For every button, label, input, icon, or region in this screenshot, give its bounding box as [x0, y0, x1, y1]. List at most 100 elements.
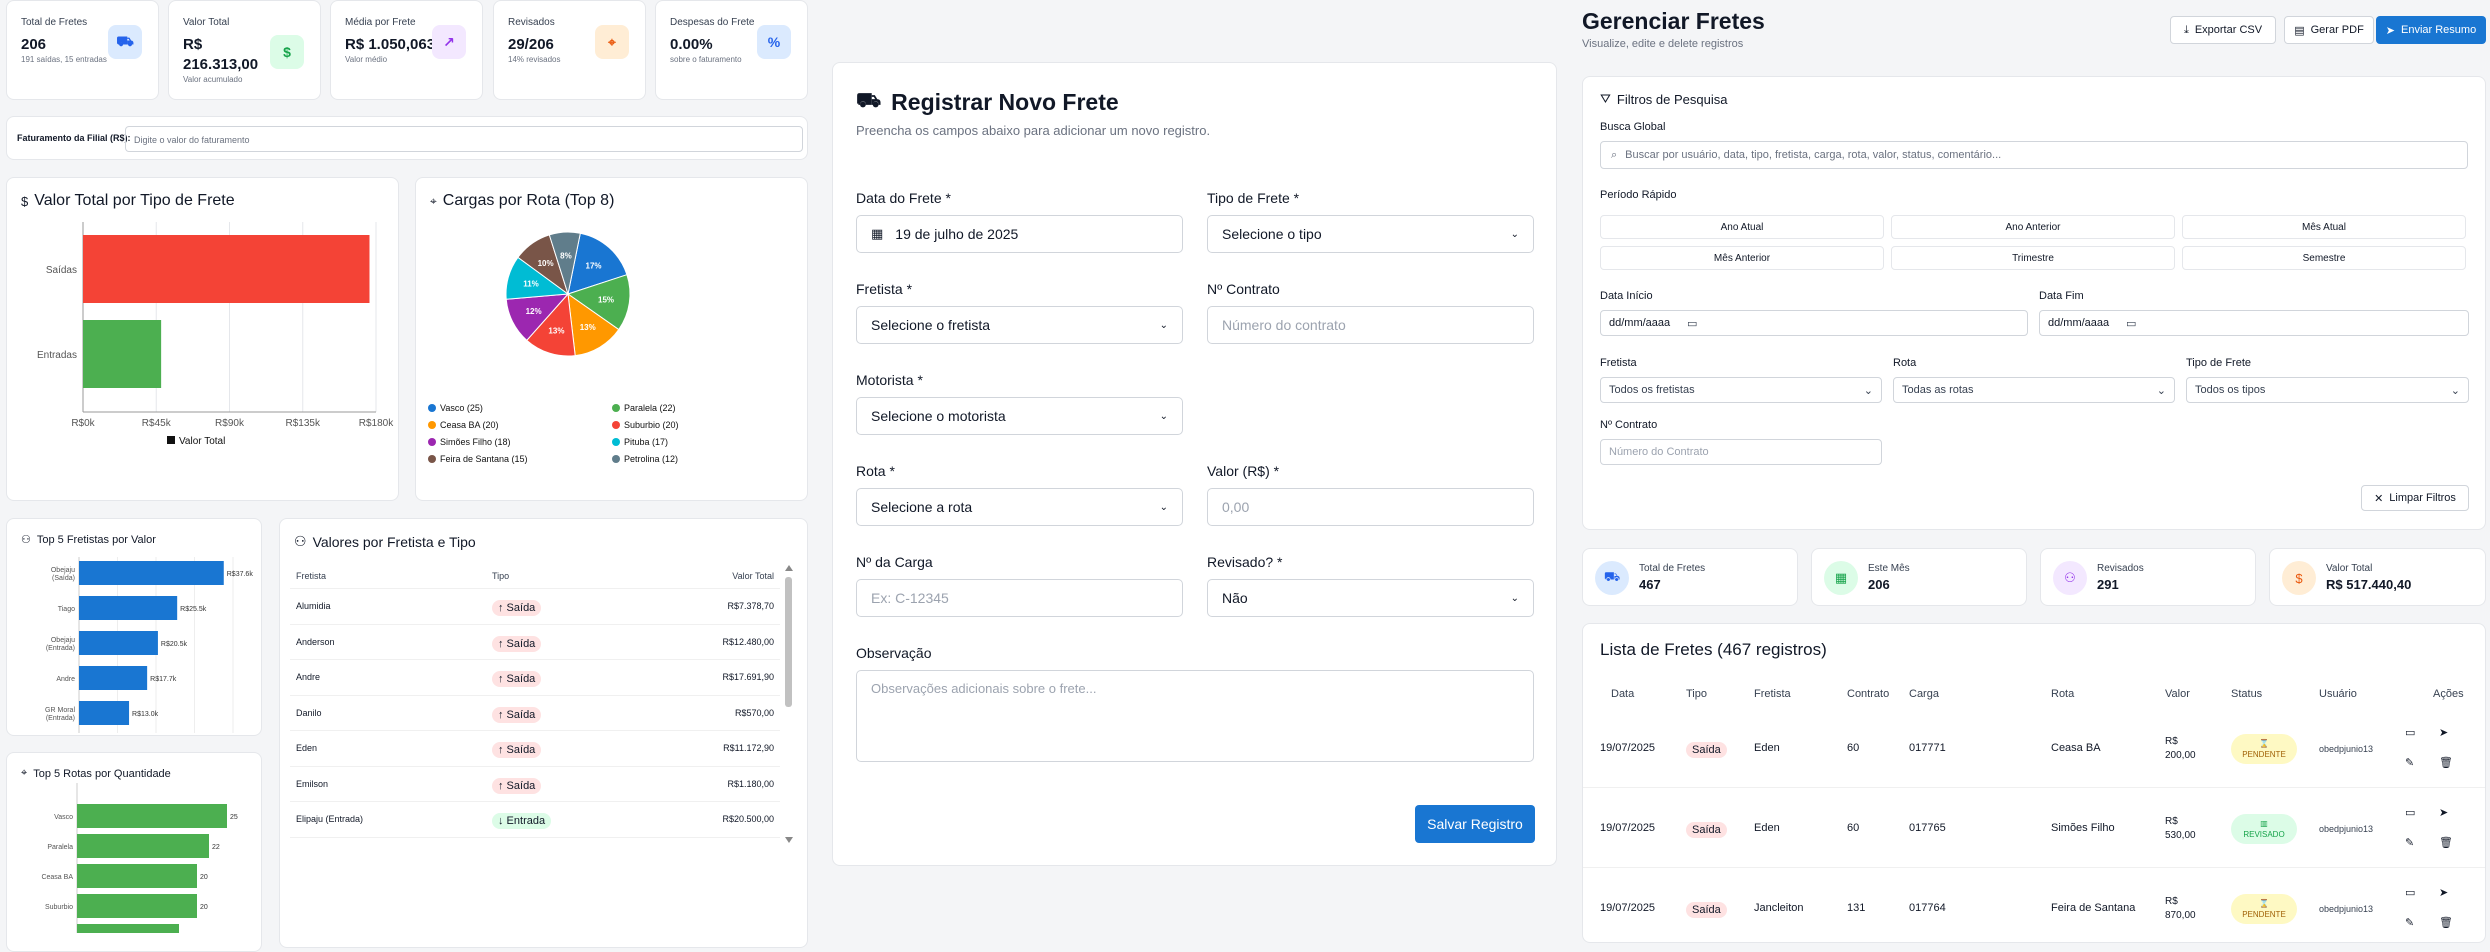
slice-label: 13% — [580, 323, 596, 332]
scrollbar[interactable] — [784, 565, 794, 845]
cell-carga: 017771 — [1909, 742, 1946, 754]
y-tick-label: GR Moral — [45, 707, 75, 714]
periodo-button[interactable]: Mês Anterior — [1600, 246, 1884, 270]
stat-sub: 191 saídas, 15 entradas — [21, 55, 107, 64]
limpar-filtros-button[interactable]: ✕ Limpar Filtros — [2361, 485, 2469, 511]
send-icon: ➤ — [2385, 24, 2395, 37]
legend-swatch — [167, 436, 175, 444]
rota-select[interactable]: Selecione a rota ⌄ — [856, 488, 1183, 526]
table-row: Danilo ↑ Saída R$570,00 — [290, 696, 780, 731]
edit-icon[interactable]: ✎ — [2405, 836, 2414, 849]
trash-icon[interactable]: 🗑 — [2439, 756, 2453, 769]
comment-icon[interactable]: ▭ — [2405, 886, 2415, 899]
tipo-filter-select[interactable]: Todos os tipos ⌄ — [2186, 377, 2469, 403]
send-icon[interactable]: ➤ — [2439, 886, 2448, 899]
bar — [79, 561, 224, 585]
enviar-resumo-button[interactable]: ➤ Enviar Resumo — [2376, 16, 2486, 44]
stat-sub: Valor acumulado — [183, 75, 243, 84]
summary-card: ⚇ Revisados 291 — [2040, 548, 2256, 606]
send-icon[interactable]: ➤ — [2439, 726, 2448, 739]
chevron-down-icon: ⌄ — [1510, 228, 1519, 240]
cell-usuario: obedpjunio13 — [2319, 904, 2374, 914]
carga-input[interactable]: Ex: C-12345 — [856, 579, 1183, 617]
stat-title: Total de Fretes — [21, 17, 88, 28]
scroll-thumb[interactable] — [785, 577, 792, 707]
cell-valor: R$20.500,00 — [722, 814, 774, 824]
bar-value-label: R$37.6k — [227, 571, 254, 578]
close-icon: ✕ — [2374, 492, 2384, 505]
tipo-badge: ↓ Entrada — [492, 813, 552, 829]
lista-header-cell: Status — [2231, 688, 2263, 700]
cell-usuario: obedpjunio13 — [2319, 744, 2374, 754]
gerar-pdf-button[interactable]: ▤ Gerar PDF — [2284, 16, 2374, 44]
x-tick-label: R$0k — [71, 418, 95, 429]
data-inicio-input[interactable]: dd/mm/aaaa ▭ — [1600, 310, 2028, 336]
scroll-up-arrow[interactable] — [785, 565, 793, 571]
table-row: Emilson ↑ Saída R$1.180,00 — [290, 767, 780, 802]
cell-contrato: 131 — [1847, 902, 1866, 914]
busca-label: Busca Global — [1600, 121, 1666, 133]
motorista-select[interactable]: Selecione o motorista ⌄ — [856, 397, 1183, 435]
chart-rotas-card: ⌖ Cargas por Rota (Top 8) 17% 15% 13% 13% 12… — [415, 177, 808, 501]
data-picker[interactable]: ▦ 19 de julho de 2025 — [856, 215, 1183, 253]
bar — [77, 894, 197, 918]
chevron-down-icon: ⌄ — [1159, 319, 1168, 331]
periodo-button[interactable]: Ano Anterior — [1891, 215, 2175, 239]
status-badge: ⌛ PENDENTE — [2231, 894, 2297, 924]
slice-label: 11% — [523, 280, 539, 289]
fretista-select[interactable]: Selecione o fretista ⌄ — [856, 306, 1183, 344]
lista-header-cell: Rota — [2051, 688, 2075, 700]
stat-card: Despesas do Frete 0.00% sobre o faturame… — [655, 0, 808, 100]
revisado-select[interactable]: Não ⌄ — [1207, 579, 1534, 617]
register-form-subtitle: Preencha os campos abaixo para adicionar… — [856, 123, 1211, 138]
trash-icon[interactable]: 🗑 — [2439, 836, 2453, 849]
legend-dot — [428, 404, 436, 412]
tipo-select[interactable]: Selecione o tipo ⌄ — [1207, 215, 1534, 253]
slice-label: 15% — [598, 296, 614, 305]
contrato-filter-input[interactable]: Número do Contrato — [1600, 439, 1882, 465]
send-icon[interactable]: ➤ — [2439, 806, 2448, 819]
periodo-button[interactable]: Ano Atual — [1600, 215, 1884, 239]
bar — [79, 666, 148, 690]
obs-label: Observação — [856, 645, 932, 661]
register-form-card: ⛟ Registrar Novo Frete Preencha os campo… — [832, 62, 1557, 866]
periodo-button[interactable]: Semestre — [2182, 246, 2466, 270]
busca-input[interactable]: ⌕ Buscar por usuário, data, tipo, fretis… — [1600, 141, 2468, 169]
slice-label: 17% — [586, 261, 602, 270]
lista-header-cell: Tipo — [1686, 688, 1707, 700]
lista-header-cell: Ações — [2433, 688, 2464, 700]
valores-table: Fretista Tipo Valor Total Alumidia ↑ Saí… — [290, 565, 780, 865]
fretista-filter-select[interactable]: Todos os fretistas ⌄ — [1600, 377, 1882, 403]
slice-label: 8% — [560, 252, 572, 261]
data-fim-input[interactable]: dd/mm/aaaa ▭ — [2039, 310, 2469, 336]
periodo-button[interactable]: Trimestre — [1891, 246, 2175, 270]
edit-icon[interactable]: ✎ — [2405, 756, 2414, 769]
table-row: 19/07/2025 Saída Eden 60 017771 Ceasa BA… — [1583, 708, 2485, 788]
rota-filter-label: Rota — [1893, 357, 1917, 369]
scroll-down-arrow[interactable] — [785, 837, 793, 843]
obs-textarea[interactable]: Observações adicionais sobre o frete... — [856, 670, 1534, 762]
y-tick-label: (Entrada) — [46, 645, 75, 652]
summary-card: ⛟ Total de Fretes 467 — [1582, 548, 1798, 606]
billing-input[interactable]: Digite o valor do faturamento — [125, 126, 803, 152]
stat-title: Média por Frete — [345, 17, 416, 28]
rota-filter-select[interactable]: Todas as rotas ⌄ — [1893, 377, 2175, 403]
filters-title: ⛛ Filtros de Pesquisa — [1600, 91, 1728, 107]
contrato-input[interactable]: Número do contrato — [1207, 306, 1534, 344]
contrato-label: Nº Contrato — [1207, 281, 1280, 297]
cell-data: 19/07/2025 — [1600, 902, 1656, 914]
edit-icon[interactable]: ✎ — [2405, 916, 2414, 929]
valor-input[interactable]: 0,00 — [1207, 488, 1534, 526]
slice-label: 10% — [538, 259, 554, 268]
trash-icon[interactable]: 🗑 — [2439, 916, 2453, 929]
periodo-button[interactable]: Mês Atual — [2182, 215, 2466, 239]
comment-icon[interactable]: ▭ — [2405, 726, 2415, 739]
y-tick-label: Obejaju — [51, 567, 75, 574]
export-csv-button[interactable]: ⤓ Exportar CSV — [2170, 16, 2276, 44]
dollar-icon: $ — [21, 193, 29, 209]
legend-label: Suburbio (20) — [624, 420, 679, 430]
cell-fretista: Anderson — [296, 636, 335, 647]
bar — [79, 596, 178, 620]
comment-icon[interactable]: ▭ — [2405, 806, 2415, 819]
save-button[interactable]: Salvar Registro — [1415, 805, 1535, 843]
